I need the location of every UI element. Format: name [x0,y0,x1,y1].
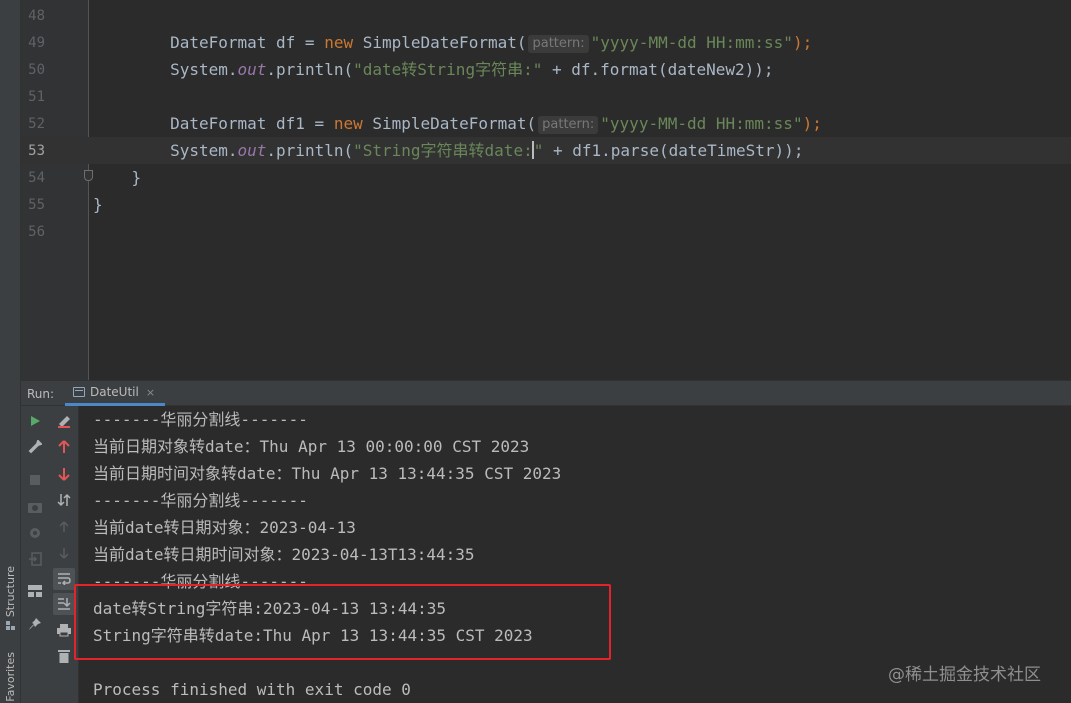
print-button[interactable] [53,619,75,641]
string-literal: "yyyy-MM-dd HH:mm:ss" [590,33,793,52]
scroll-end-icon [58,598,71,610]
line-number: 55 [28,197,45,213]
clear-all-button[interactable] [53,410,75,432]
console-line: 当前日期对象转date：Thu Apr 13 00:00:00 CST 2023 [93,437,530,456]
play-icon [31,416,40,426]
exit-button[interactable] [24,548,46,570]
parameter-hint: pattern: [528,35,589,53]
console-line: Process finished with exit code 0 [93,680,411,699]
line-number: 51 [28,89,45,105]
code-text: System.out.println("date转String字符串:" + d… [170,60,774,79]
line-number: 56 [28,224,45,240]
sort-icon [57,493,71,507]
print-icon [57,624,71,637]
line-number: 48 [28,8,45,24]
line-number: 53 [28,143,45,159]
run-tool-window-header: Run: DateUtil × [21,380,1071,406]
console-line: 当前日期时间对象转date：Thu Apr 13 13:44:35 CST 20… [93,464,562,483]
dump-threads-button[interactable] [24,496,46,518]
pin-icon [29,618,41,630]
console-line: -------华丽分割线------- [93,410,308,429]
debug-button[interactable] [24,522,46,544]
code-text: } [93,195,103,214]
code-text: System.out.println("String字符串转date:" + d… [170,141,804,160]
soft-wrap-button[interactable] [53,568,75,590]
delete-button[interactable] [53,645,75,667]
static-field: out [237,60,267,79]
exit-icon [29,552,42,566]
structure-tab-label: Structure [4,566,17,618]
line-number: 49 [28,35,45,51]
console-icon [73,387,85,397]
structure-tab[interactable]: Structure [2,566,19,631]
close-icon[interactable]: × [146,386,155,399]
code-editor[interactable]: 48 49 DateFormat df = new SimpleDateForm… [21,0,1071,380]
code-line: 56 [21,218,1071,245]
pin-button[interactable] [24,613,46,635]
stop-icon [30,475,40,485]
run-tab-dateutil[interactable]: DateUtil × [65,381,166,406]
trash-icon [58,650,70,663]
code-text: DateFormat df = new SimpleDateFormat(pat… [170,33,813,53]
previous-button[interactable] [53,516,75,538]
string-literal: "String字符串转date: [353,141,533,160]
parameter-hint: pattern: [538,116,599,134]
scroll-to-end-button[interactable] [53,593,75,615]
next-button[interactable] [53,542,75,564]
static-field: out [237,141,267,160]
layout-icon [28,585,42,597]
line-number: 52 [28,116,45,132]
left-tool-strip: Structure Favorites [0,0,21,703]
stop-button[interactable] [24,469,46,491]
fold-marker-icon[interactable] [84,170,93,181]
keyword-new: new [324,33,354,52]
code-text: DateFormat df1 = new SimpleDateFormat(pa… [170,114,822,134]
console-line: 当前date转日期对象：2023-04-13 [93,518,356,537]
down-stack-button[interactable] [53,463,75,485]
run-tab-label: DateUtil [90,385,139,399]
wrench-icon [28,440,42,454]
sort-button[interactable] [53,489,75,511]
string-literal: "yyyy-MM-dd HH:mm:ss" [600,114,803,133]
line-number: 54 [28,170,45,186]
code-line: 49 DateFormat df = new SimpleDateFormat(… [21,29,1071,56]
code-line: 52 DateFormat df1 = new SimpleDateFormat… [21,110,1071,137]
gear-icon [30,528,40,538]
code-line: 48 [21,2,1071,29]
run-toolbar-primary [21,406,49,703]
up-stack-button[interactable] [53,436,75,458]
arrow-up-disabled-icon [59,521,69,532]
arrow-down-icon [58,468,70,481]
favorites-tab[interactable]: Favorites [2,652,19,702]
code-line-current: 53 System.out.println("String字符串转date:" … [21,137,1071,164]
arrow-up-icon [58,440,70,453]
camera-icon [28,503,42,513]
code-line: 51 [21,83,1071,110]
clear-icon [58,416,70,428]
highlight-box [74,584,611,660]
structure-icon [6,621,15,631]
string-literal: "date转String字符串:" [353,60,543,79]
run-label: Run: [27,387,55,401]
favorites-tab-label: Favorites [4,652,17,702]
arrow-down-disabled-icon [59,548,69,559]
keyword-new: new [333,114,363,133]
code-line: 50 System.out.println("date转String字符串:" … [21,56,1071,83]
code-text: } [93,168,142,187]
watermark: @稀土掘金技术社区 [888,665,1041,685]
code-line: 55 } [21,191,1071,218]
settings-button[interactable] [24,436,46,458]
line-number: 50 [28,62,45,78]
console-line: 当前date转日期时间对象：2023-04-13T13:44:35 [93,545,475,564]
code-line: 54 } [21,164,1071,191]
layout-button[interactable] [24,580,46,602]
wrap-icon [58,573,71,585]
rerun-button[interactable] [24,410,46,432]
console-line: -------华丽分割线------- [93,491,308,510]
